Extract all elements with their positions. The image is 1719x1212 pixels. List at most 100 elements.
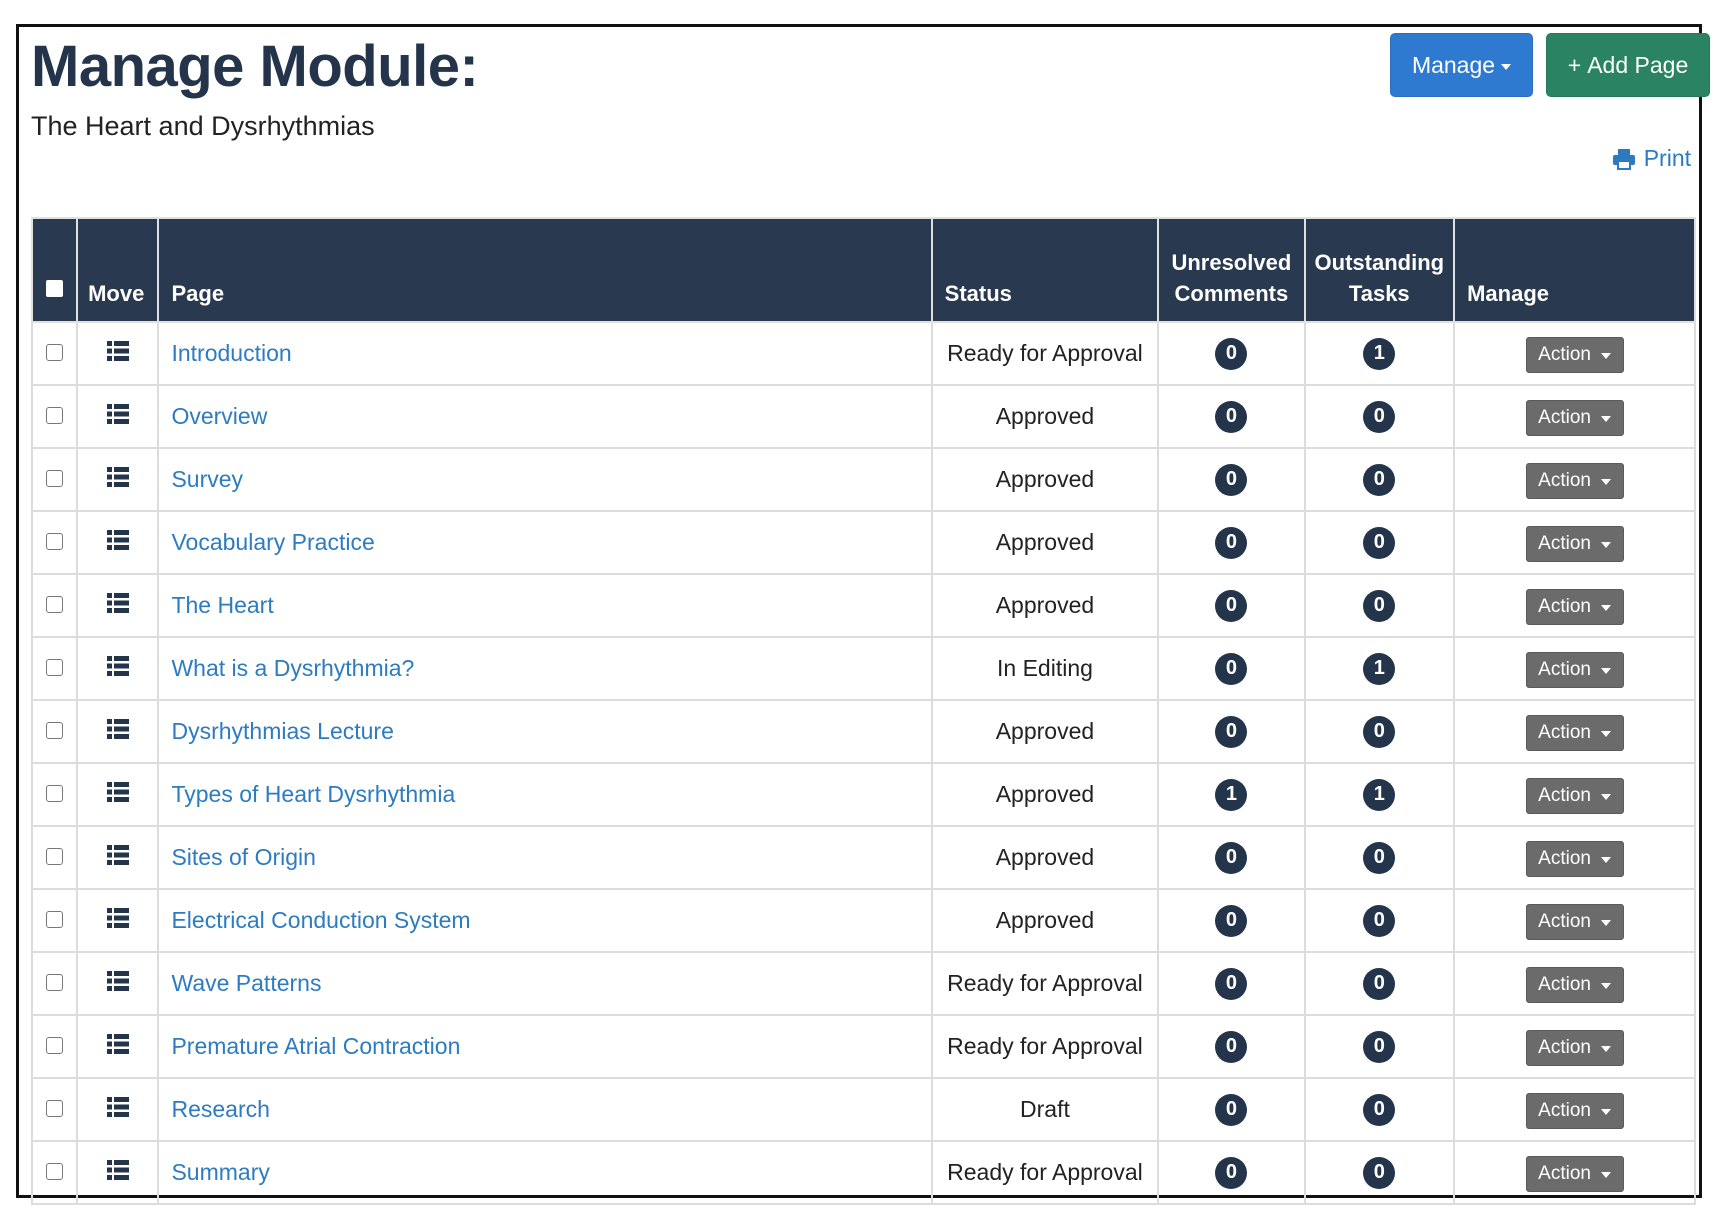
page-link[interactable]: What is a Dysrhythmia? — [171, 655, 414, 681]
list-icon[interactable] — [106, 718, 129, 745]
page-link[interactable]: The Heart — [171, 592, 273, 618]
row-checkbox[interactable] — [46, 470, 64, 487]
row-checkbox[interactable] — [46, 344, 64, 361]
page-link[interactable]: Research — [171, 1096, 269, 1122]
outstanding-tasks-badge: 1 — [1363, 778, 1396, 811]
page-link[interactable]: Introduction — [171, 340, 291, 366]
row-checkbox[interactable] — [46, 848, 64, 865]
row-checkbox[interactable] — [46, 911, 64, 928]
row-select-cell — [30, 888, 79, 953]
action-label: Action — [1538, 1099, 1591, 1121]
action-label: Action — [1538, 721, 1591, 743]
action-dropdown-button[interactable]: Action — [1525, 525, 1624, 562]
list-icon[interactable] — [106, 466, 129, 493]
row-checkbox[interactable] — [46, 533, 64, 550]
manage-dropdown-button[interactable]: Manage — [1390, 33, 1533, 97]
row-page-cell: Introduction — [157, 321, 933, 386]
action-label: Action — [1538, 595, 1591, 617]
row-comments-cell: 0 — [1157, 888, 1306, 953]
caret-down-icon — [1600, 794, 1611, 800]
list-icon[interactable] — [106, 1096, 129, 1123]
caret-down-icon — [1600, 416, 1611, 422]
table-row: Dysrhythmias Lecture Approved 0 0 Action — [30, 699, 1696, 764]
row-checkbox[interactable] — [46, 1163, 64, 1180]
unresolved-comments-badge: 0 — [1215, 400, 1248, 433]
action-dropdown-button[interactable]: Action — [1525, 1155, 1624, 1192]
action-dropdown-button[interactable]: Action — [1525, 966, 1624, 1003]
action-dropdown-button[interactable]: Action — [1525, 840, 1624, 877]
row-checkbox[interactable] — [46, 722, 64, 739]
row-manage-cell: Action — [1453, 510, 1696, 575]
add-page-button[interactable]: + Add Page — [1546, 33, 1710, 97]
action-dropdown-button[interactable]: Action — [1525, 1029, 1624, 1066]
row-manage-cell: Action — [1453, 888, 1696, 953]
list-icon[interactable] — [106, 1033, 129, 1060]
column-header-page[interactable]: Page — [157, 217, 933, 323]
action-dropdown-button[interactable]: Action — [1525, 588, 1624, 625]
row-checkbox[interactable] — [46, 785, 64, 802]
action-label: Action — [1538, 406, 1591, 428]
list-icon[interactable] — [106, 592, 129, 619]
list-icon[interactable] — [106, 340, 129, 367]
row-tasks-cell: 0 — [1303, 1140, 1456, 1205]
select-all-checkbox[interactable] — [46, 280, 64, 297]
print-link[interactable]: Print — [1612, 145, 1691, 172]
table-row: Premature Atrial Contraction Ready for A… — [30, 1014, 1696, 1079]
add-page-label: Add Page — [1587, 51, 1689, 78]
row-comments-cell: 0 — [1157, 1140, 1306, 1205]
action-dropdown-button[interactable]: Action — [1525, 714, 1624, 751]
row-comments-cell: 0 — [1157, 699, 1306, 764]
list-icon[interactable] — [106, 907, 129, 934]
list-icon[interactable] — [106, 403, 129, 430]
list-icon[interactable] — [106, 529, 129, 556]
page-link[interactable]: Types of Heart Dysrhythmia — [171, 781, 455, 807]
column-header-unresolved-comments[interactable]: Unresolved Comments — [1157, 217, 1306, 323]
row-manage-cell: Action — [1453, 447, 1696, 512]
page-link[interactable]: Summary — [171, 1159, 269, 1185]
table-row: Overview Approved 0 0 Action — [30, 384, 1696, 449]
action-dropdown-button[interactable]: Action — [1525, 399, 1624, 436]
table-row: The Heart Approved 0 0 Action — [30, 573, 1696, 638]
row-checkbox[interactable] — [46, 407, 64, 424]
row-page-cell: Premature Atrial Contraction — [157, 1014, 933, 1079]
page-link[interactable]: Wave Patterns — [171, 970, 321, 996]
page-link[interactable]: Sites of Origin — [171, 844, 315, 870]
page-link[interactable]: Premature Atrial Contraction — [171, 1033, 460, 1059]
action-label: Action — [1538, 469, 1591, 491]
row-checkbox[interactable] — [46, 974, 64, 991]
row-page-cell: Survey — [157, 447, 933, 512]
row-tasks-cell: 1 — [1303, 321, 1456, 386]
list-icon[interactable] — [106, 781, 129, 808]
printer-icon — [1612, 148, 1635, 170]
row-manage-cell: Action — [1453, 1140, 1696, 1205]
column-header-outstanding-tasks[interactable]: Outstanding Tasks — [1303, 217, 1456, 323]
row-checkbox[interactable] — [46, 1037, 64, 1054]
row-page-cell: Research — [157, 1077, 933, 1142]
page-link[interactable]: Electrical Conduction System — [171, 907, 470, 933]
row-checkbox[interactable] — [46, 1100, 64, 1117]
row-checkbox[interactable] — [46, 659, 64, 676]
row-status: Ready for Approval — [930, 1140, 1160, 1205]
row-status: Ready for Approval — [930, 1014, 1160, 1079]
row-checkbox[interactable] — [46, 596, 64, 613]
action-dropdown-button[interactable]: Action — [1525, 777, 1624, 814]
row-manage-cell: Action — [1453, 825, 1696, 890]
action-dropdown-button[interactable]: Action — [1525, 903, 1624, 940]
page-link[interactable]: Dysrhythmias Lecture — [171, 718, 393, 744]
row-move-cell — [76, 762, 160, 827]
table-row: What is a Dysrhythmia? In Editing 0 1 Ac… — [30, 636, 1696, 701]
list-icon[interactable] — [106, 1159, 129, 1186]
list-icon[interactable] — [106, 655, 129, 682]
list-icon[interactable] — [106, 970, 129, 997]
list-icon[interactable] — [106, 844, 129, 871]
page-link[interactable]: Overview — [171, 403, 267, 429]
outstanding-tasks-badge: 0 — [1363, 1030, 1396, 1063]
page-link[interactable]: Survey — [171, 466, 243, 492]
action-dropdown-button[interactable]: Action — [1525, 1092, 1624, 1129]
action-dropdown-button[interactable]: Action — [1525, 336, 1624, 373]
row-status: Approved — [930, 699, 1160, 764]
column-header-status[interactable]: Status — [930, 217, 1160, 323]
page-link[interactable]: Vocabulary Practice — [171, 529, 374, 555]
action-dropdown-button[interactable]: Action — [1525, 462, 1624, 499]
action-dropdown-button[interactable]: Action — [1525, 651, 1624, 688]
